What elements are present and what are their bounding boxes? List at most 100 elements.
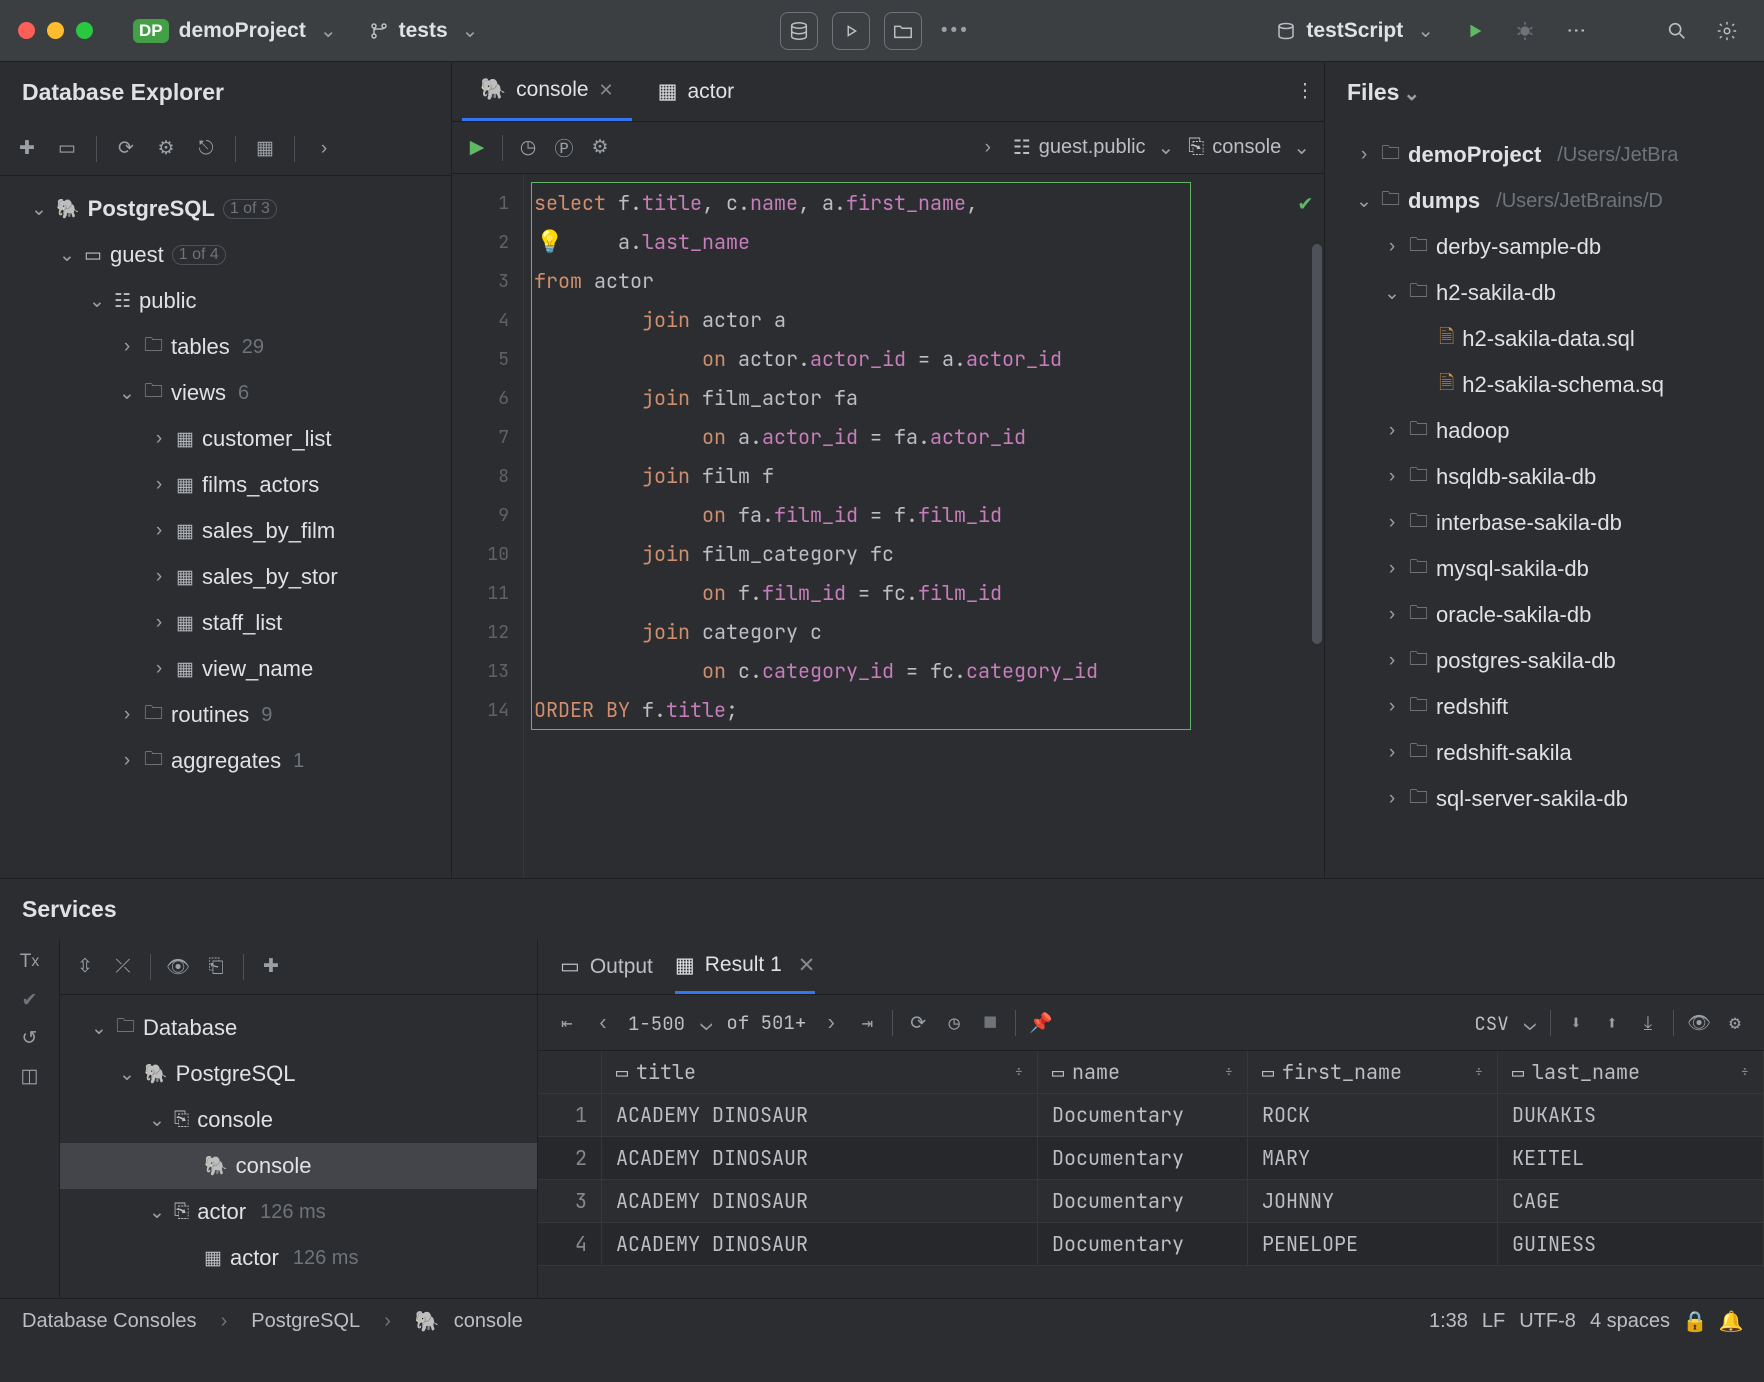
tree-node-dumps[interactable]: 🗀 dumps /Users/JetBrains/D	[1325, 178, 1764, 224]
code-body[interactable]: 💡 select f.title, c.name, a.first_name, …	[524, 174, 1324, 878]
tree-node-folder[interactable]: 🗀hadoop	[1325, 408, 1764, 454]
tree-node-file[interactable]: 🗎h2-sakila-schema.sq	[1325, 362, 1764, 408]
line-separator[interactable]: LF	[1482, 1310, 1505, 1333]
rollback-icon[interactable]: ↺	[19, 1027, 41, 1049]
row-number-header[interactable]	[538, 1051, 602, 1094]
tree-node-folder[interactable]: 🗀sql-server-sakila-db	[1325, 776, 1764, 822]
tree-node-views[interactable]: 🗀 views 6	[0, 370, 451, 416]
run-icon[interactable]: ▶	[466, 137, 488, 159]
play-boxed-icon[interactable]	[832, 12, 870, 50]
next-page-icon[interactable]: ›	[820, 1012, 842, 1034]
tree-node-folder[interactable]: 🗀postgres-sakila-db	[1325, 638, 1764, 684]
eye-icon[interactable]: 👁	[1688, 1012, 1710, 1034]
tree-node-view[interactable]: ▦sales_by_stor	[0, 554, 451, 600]
cursor-position[interactable]: 1:38	[1429, 1310, 1468, 1333]
tree-node-folder[interactable]: 🗀derby-sample-db	[1325, 224, 1764, 270]
database-icon[interactable]	[780, 12, 818, 50]
download-icon[interactable]: ⬇	[1565, 1012, 1587, 1034]
editor-scrollbar[interactable]	[1312, 244, 1322, 644]
run-button[interactable]	[1456, 12, 1494, 50]
table-row[interactable]: 1ACADEMY DINOSAURDocumentaryROCKDUKAKIS	[538, 1094, 1764, 1137]
refresh-icon[interactable]: ⟳	[115, 138, 137, 160]
new-tab-icon[interactable]: ⎗	[205, 956, 227, 978]
more-icon[interactable]: •••	[936, 12, 974, 50]
inspections-ok-icon[interactable]: ✔	[1299, 188, 1312, 217]
prev-page-icon[interactable]: ‹	[592, 1012, 614, 1034]
close-icon[interactable]: ✕	[599, 80, 614, 101]
tree-node-console-group[interactable]: ⎘console	[60, 1097, 537, 1143]
tree-node-project[interactable]: 🗀 demoProject /Users/JetBra	[1325, 132, 1764, 178]
column-header[interactable]: ▭last_name÷	[1498, 1051, 1764, 1094]
file-encoding[interactable]: UTF-8	[1519, 1310, 1576, 1333]
tree-node-guest[interactable]: ▭ guest 1 of 4	[0, 232, 451, 278]
close-icon[interactable]: ✕	[798, 953, 816, 978]
tree-node-file[interactable]: 🗎h2-sakila-data.sql	[1325, 316, 1764, 362]
tree-node-folder[interactable]: 🗀h2-sakila-db	[1325, 270, 1764, 316]
editor-tab-actor[interactable]: ▦ actor	[640, 62, 753, 121]
more-vertical-icon[interactable]: ⋮	[1286, 73, 1324, 111]
intention-bulb-icon[interactable]: 💡	[536, 222, 563, 261]
close-window-button[interactable]	[18, 22, 35, 39]
datasource-selector[interactable]: ☷ guest.public	[1013, 135, 1174, 160]
chevron-right-icon[interactable]: ›	[977, 137, 999, 159]
run-config-selector[interactable]: testScript	[1266, 14, 1444, 47]
tree-node-view[interactable]: ▦customer_list	[0, 416, 451, 462]
tree-node-console[interactable]: 🐘console	[60, 1143, 537, 1189]
tree-node-folder[interactable]: 🗀redshift-sakila	[1325, 730, 1764, 776]
table-row[interactable]: 4ACADEMY DINOSAURDocumentaryPENELOPEGUIN…	[538, 1223, 1764, 1266]
vcs-branch-selector[interactable]: tests	[359, 14, 489, 47]
tree-node-folder[interactable]: 🗀hsqldb-sakila-db	[1325, 454, 1764, 500]
tab-result[interactable]: ▦Result 1✕	[675, 939, 816, 994]
gear-icon[interactable]: ⚙	[1724, 1012, 1746, 1034]
column-header[interactable]: ▭first_name÷	[1248, 1051, 1498, 1094]
pin-icon[interactable]: 📌	[1030, 1012, 1052, 1034]
maximize-window-button[interactable]	[76, 22, 93, 39]
column-header[interactable]: ▭name÷	[1038, 1051, 1248, 1094]
table-row[interactable]: 3ACADEMY DINOSAURDocumentaryJOHNNYCAGE	[538, 1180, 1764, 1223]
diagnose-icon[interactable]: ⎋	[195, 138, 217, 160]
add-icon[interactable]: ✚	[260, 956, 282, 978]
folder-icon[interactable]	[884, 12, 922, 50]
eye-icon[interactable]: 👁	[167, 956, 189, 978]
upload-icon[interactable]: ⬆	[1601, 1012, 1623, 1034]
tree-node-folder[interactable]: 🗀redshift	[1325, 684, 1764, 730]
gear-icon[interactable]: ⚙	[155, 138, 177, 160]
breadcrumb[interactable]: PostgreSQL	[251, 1310, 360, 1333]
tree-node-actor-group[interactable]: ⎘actor126 ms	[60, 1189, 537, 1235]
session-selector[interactable]: ⎘ console	[1188, 135, 1310, 160]
collapse-icon[interactable]: ⤫	[112, 956, 134, 978]
export-format[interactable]: CSV	[1474, 1010, 1536, 1036]
tx-icon[interactable]: Tx	[19, 951, 41, 973]
column-header[interactable]: ▭title÷	[602, 1051, 1038, 1094]
tree-node-view[interactable]: ▦view_name	[0, 646, 451, 692]
panel-title[interactable]: Files	[1325, 62, 1764, 122]
debug-button[interactable]	[1506, 12, 1544, 50]
tree-node-view[interactable]: ▦staff_list	[0, 600, 451, 646]
tree-node-public[interactable]: ☷ public	[0, 278, 451, 324]
settings-icon[interactable]	[1708, 12, 1746, 50]
tree-node-database[interactable]: 🗀Database	[60, 1005, 537, 1051]
duplicate-icon[interactable]: ▭	[56, 138, 78, 160]
tab-output[interactable]: ▭Output	[560, 939, 653, 994]
tree-node-actor[interactable]: ▦actor126 ms	[60, 1235, 537, 1281]
check-icon[interactable]: ✔	[19, 989, 41, 1011]
minimize-window-button[interactable]	[47, 22, 64, 39]
first-page-icon[interactable]: ⇤	[556, 1012, 578, 1034]
project-selector[interactable]: DP demoProject	[123, 14, 347, 47]
indent-settings[interactable]: 4 spaces	[1590, 1310, 1670, 1333]
search-icon[interactable]	[1658, 12, 1696, 50]
tree-node-view[interactable]: ▦sales_by_film	[0, 508, 451, 554]
expand-icon[interactable]: ⇳	[74, 956, 96, 978]
tree-node-routines[interactable]: 🗀 routines 9	[0, 692, 451, 738]
table-icon[interactable]: ▦	[254, 138, 276, 160]
last-page-icon[interactable]: ⇥	[856, 1012, 878, 1034]
stop-icon[interactable]: ■	[979, 1012, 1001, 1034]
editor-tab-console[interactable]: 🐘 console ✕	[462, 62, 632, 121]
import-icon[interactable]: ⤓	[1637, 1012, 1659, 1034]
refresh-icon[interactable]: ⟳	[907, 1012, 929, 1034]
tree-node-folder[interactable]: 🗀mysql-sakila-db	[1325, 546, 1764, 592]
chevron-right-icon[interactable]: ›	[313, 138, 335, 160]
code-editor[interactable]: 1234567891011121314 💡 select f.title, c.…	[452, 174, 1324, 878]
add-icon[interactable]: ✚	[16, 138, 38, 160]
more-vertical-icon[interactable]: ⋮	[1556, 12, 1594, 50]
